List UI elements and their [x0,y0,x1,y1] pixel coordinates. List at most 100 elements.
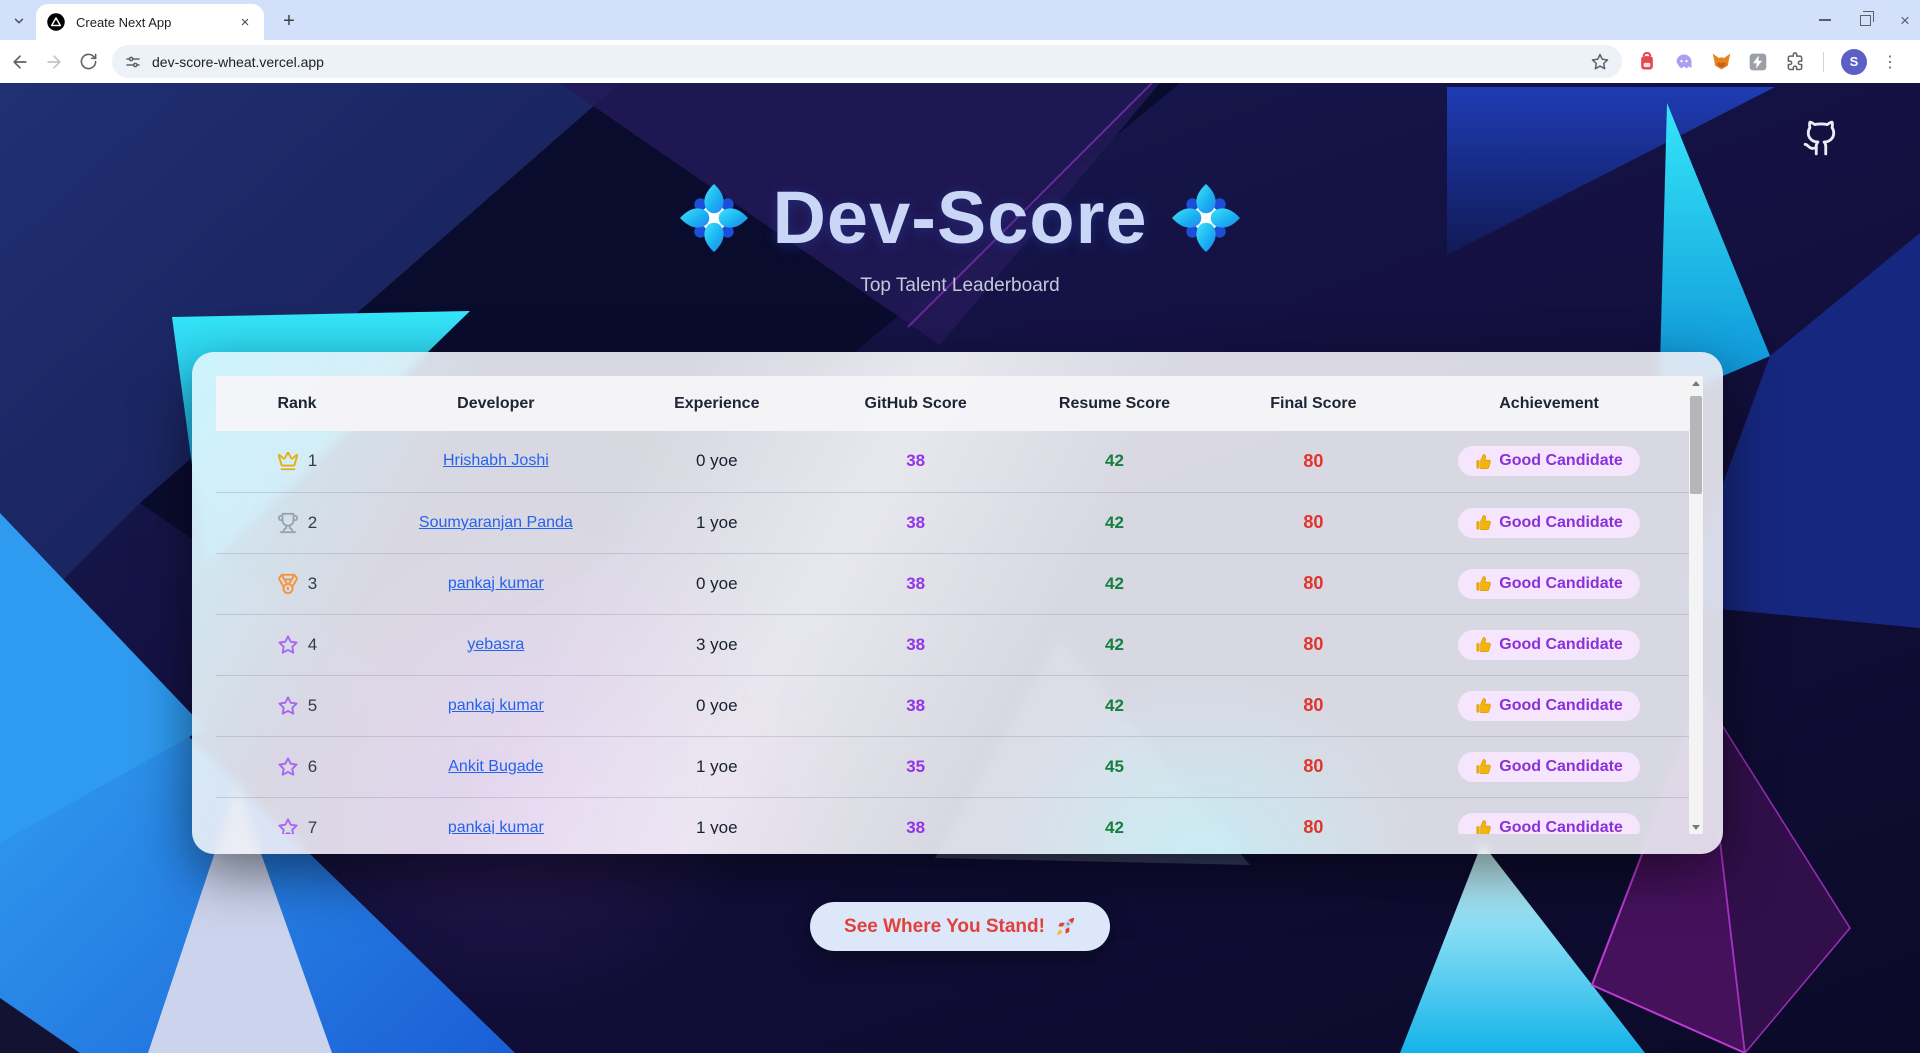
resume-score-value: 42 [1105,696,1124,715]
rank-number: 3 [308,574,317,594]
achievement-label: Good Candidate [1499,819,1623,834]
github-icon [1802,119,1840,157]
new-tab-button[interactable]: + [278,10,300,32]
star-icon [277,695,299,717]
scrollbar-down-arrow[interactable] [1689,820,1703,834]
star-icon [277,756,299,778]
resume-score-value: 42 [1105,635,1124,654]
column-header: Rank [216,376,378,431]
back-button[interactable] [6,48,34,76]
column-header: Developer [378,376,614,431]
rank-number: 2 [308,513,317,533]
tab-close-button[interactable]: × [236,13,254,31]
resume-score-value: 45 [1105,757,1124,776]
extensions-puzzle-icon[interactable] [1784,51,1806,73]
resume-score-value: 42 [1105,513,1124,532]
bookmark-star-icon[interactable] [1590,52,1610,72]
profile-avatar[interactable]: S [1841,49,1867,75]
leaderboard-body: 1Hrishabh Joshi0 yoe384280Good Candidate… [216,431,1689,834]
blue-diamond-flower-icon [1172,184,1240,252]
page-viewport: Dev-Score Top Talent Leaderboard RankDev… [0,83,1920,1053]
thumbs-up-icon [1475,697,1492,714]
achievement-badge: Good Candidate [1458,813,1640,834]
scrollbar-up-arrow[interactable] [1689,376,1703,390]
tab-search-button[interactable] [6,8,32,34]
page-title: Dev-Score [772,175,1147,260]
bolt-extension-icon[interactable] [1747,51,1769,73]
rocket-icon [1055,916,1076,937]
table-header-row: RankDeveloperExperienceGitHub ScoreResum… [216,376,1689,431]
browser-tab[interactable]: Create Next App × [36,4,264,40]
table-scrollbar[interactable] [1689,376,1703,834]
achievement-badge: Good Candidate [1458,752,1640,782]
column-header: Final Score [1218,376,1409,431]
browser-toolbar: dev-score-wheat.vercel.app S ⋮ [0,40,1920,83]
page-subtitle: Top Talent Leaderboard [0,275,1920,297]
crown-icon [277,450,299,472]
star-icon [277,634,299,656]
table-row: 1Hrishabh Joshi0 yoe384280Good Candidate [216,431,1689,492]
developer-link[interactable]: pankaj kumar [448,575,544,592]
resume-score-value: 42 [1105,818,1124,834]
achievement-badge: Good Candidate [1458,630,1640,660]
github-score-value: 38 [906,696,925,715]
table-row: 3pankaj kumar0 yoe384280Good Candidate [216,553,1689,614]
experience-value: 0 yoe [696,696,738,715]
rank-number: 6 [308,757,317,777]
final-score-value: 80 [1303,512,1323,532]
window-close-button[interactable]: × [1898,13,1912,27]
table-row: 6Ankit Bugade1 yoe354580Good Candidate [216,736,1689,797]
table-row: 4yebasra3 yoe384280Good Candidate [216,614,1689,675]
achievement-label: Good Candidate [1499,697,1623,715]
site-settings-icon[interactable] [124,53,142,71]
developer-link[interactable]: Soumyaranjan Panda [419,514,573,531]
github-score-value: 35 [906,757,925,776]
developer-link[interactable]: pankaj kumar [448,819,544,834]
developer-link[interactable]: pankaj kumar [448,697,544,714]
column-header: Experience [614,376,820,431]
window-controls: × [1818,0,1912,40]
final-score-value: 80 [1303,573,1323,593]
url-bar[interactable]: dev-score-wheat.vercel.app [112,45,1622,78]
github-link[interactable] [1802,119,1840,157]
window-restore-button[interactable] [1858,13,1872,27]
achievement-badge: Good Candidate [1458,446,1640,476]
achievement-badge: Good Candidate [1458,691,1640,721]
window-minimize-button[interactable] [1818,13,1832,27]
experience-value: 0 yoe [696,451,738,470]
browser-tab-strip: Create Next App × + × [0,0,1920,40]
reload-button[interactable] [74,48,102,76]
fox-extension-icon[interactable] [1710,51,1732,73]
github-score-value: 38 [906,635,925,654]
developer-link[interactable]: Hrishabh Joshi [443,452,549,469]
developer-link[interactable]: Ankit Bugade [448,758,543,775]
tab-title: Create Next App [76,15,236,30]
leaderboard-card: RankDeveloperExperienceGitHub ScoreResum… [192,352,1723,854]
final-score-value: 80 [1303,451,1323,471]
achievement-label: Good Candidate [1499,452,1623,470]
column-header: Achievement [1409,376,1689,431]
cta-label: See Where You Stand! [844,916,1045,938]
see-where-you-stand-button[interactable]: See Where You Stand! [810,902,1110,951]
toolbar-divider [1823,52,1824,72]
backpack-extension-icon[interactable] [1636,51,1658,73]
experience-value: 1 yoe [696,757,738,776]
achievement-label: Good Candidate [1499,575,1623,593]
leaderboard-scroll-region[interactable]: RankDeveloperExperienceGitHub ScoreResum… [216,376,1689,834]
experience-value: 1 yoe [696,818,738,834]
ghost-extension-icon[interactable] [1673,51,1695,73]
experience-value: 0 yoe [696,574,738,593]
blue-diamond-flower-icon [680,184,748,252]
scrollbar-thumb[interactable] [1690,396,1702,494]
forward-button[interactable] [40,48,68,76]
rank-number: 5 [308,696,317,716]
resume-score-value: 42 [1105,451,1124,470]
rank-number: 7 [308,818,317,834]
achievement-badge: Good Candidate [1458,508,1640,538]
table-row: 2Soumyaranjan Panda1 yoe384280Good Candi… [216,492,1689,553]
table-row: 7pankaj kumar1 yoe384280Good Candidate [216,797,1689,834]
thumbs-up-icon [1475,758,1492,775]
developer-link[interactable]: yebasra [467,636,524,653]
reload-icon [79,52,98,71]
browser-menu-button[interactable]: ⋮ [1882,52,1898,72]
